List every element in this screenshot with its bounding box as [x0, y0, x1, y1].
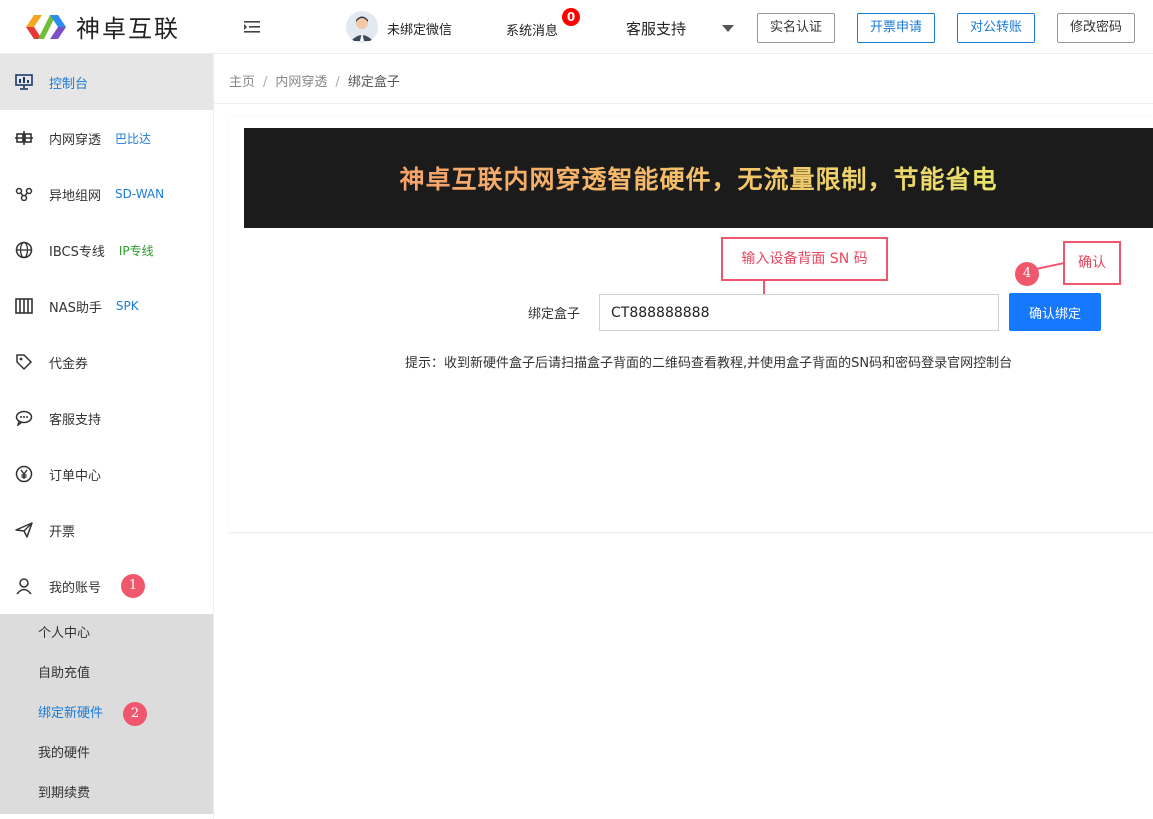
breadcrumb: 主页 / 内网穿透 / 绑定盒子: [229, 71, 400, 90]
submenu-item-bind-hardware[interactable]: 绑定新硬件 2: [0, 694, 213, 734]
network-icon: [14, 184, 34, 204]
sidebar-item-label: 客服支持: [49, 412, 102, 428]
sidebar-item-label: 代金券: [49, 356, 89, 372]
sidebar-item-label: NAS助手: [49, 300, 102, 316]
sidebar-item-label: 控制台: [49, 76, 89, 92]
bank-transfer-button[interactable]: 对公转账: [957, 13, 1035, 43]
annotation-sn-callout: 输入设备背面 SN 码: [721, 237, 888, 281]
dashboard-icon: [14, 72, 34, 92]
submenu-item-profile[interactable]: 个人中心: [0, 614, 213, 654]
annotation-confirm-callout: 确认: [1063, 241, 1121, 285]
user-icon: [14, 576, 34, 596]
sidebar-item-tag: IP专线: [118, 243, 154, 258]
tunnel-icon: [14, 128, 34, 148]
sidebar-item-account[interactable]: 我的账号 1: [0, 558, 213, 614]
bind-box-label: 绑定盒子: [528, 307, 581, 322]
chat-icon: [14, 408, 34, 428]
wechat-bind-status[interactable]: 未绑定微信: [387, 19, 452, 38]
invoice-apply-button[interactable]: 开票申请: [857, 13, 935, 43]
yen-icon: [14, 464, 34, 484]
breadcrumb-section[interactable]: 内网穿透: [275, 75, 327, 90]
system-message-link[interactable]: 系统消息: [506, 20, 558, 39]
logo[interactable]: 神卓互联: [0, 0, 214, 54]
divider: [214, 103, 1153, 104]
banner-text: 神卓互联内网穿透智能硬件，无流量限制，节能省电: [399, 160, 997, 196]
sidebar-item-dashboard[interactable]: 控制台: [0, 54, 213, 110]
chevron-down-icon[interactable]: [722, 25, 734, 32]
sidebar-item-label: 内网穿透: [49, 132, 102, 148]
sidebar-item-ibcs[interactable]: IBCS专线 IP专线: [0, 222, 213, 278]
menu-toggle-icon[interactable]: [244, 19, 260, 35]
breadcrumb-current: 绑定盒子: [347, 75, 400, 90]
promo-banner: 神卓互联内网穿透智能硬件，无流量限制，节能省电: [244, 128, 1153, 228]
step-marker-1: 1: [121, 574, 145, 598]
globe-icon: [14, 240, 34, 260]
nas-icon: [14, 296, 34, 316]
submenu-item-renew[interactable]: 到期续费: [0, 774, 213, 814]
tag-icon: [14, 352, 34, 372]
sidebar-item-tag: SD-WAN: [115, 187, 165, 201]
sidebar-item-sdwan[interactable]: 异地组网 SD-WAN: [0, 166, 213, 222]
sn-code-input[interactable]: [599, 294, 999, 331]
message-count-badge: 0: [562, 8, 580, 26]
sidebar-item-tunnel[interactable]: 内网穿透 巴比达: [0, 110, 213, 166]
submenu-item-label: 绑定新硬件: [38, 706, 104, 721]
brand-name: 神卓互联: [76, 15, 180, 43]
submenu-item-recharge[interactable]: 自助充值: [0, 654, 213, 694]
top-header: 未绑定微信 系统消息 0 客服支持 实名认证 开票申请 对公转账 修改密码: [214, 0, 1153, 54]
sidebar-item-tag: SPK: [115, 299, 139, 313]
account-submenu: 个人中心 自助充值 绑定新硬件 2 我的硬件 到期续费: [0, 614, 213, 814]
hint-text: 提示：收到新硬件盒子后请扫描盒子背面的二维码查看教程,并使用盒子背面的SN码和密…: [405, 356, 1013, 371]
logo-mark-icon: [26, 14, 66, 39]
breadcrumb-separator: /: [335, 75, 340, 90]
breadcrumb-home[interactable]: 主页: [229, 75, 255, 90]
confirm-bind-button[interactable]: 确认绑定: [1009, 293, 1101, 331]
sidebar-item-label: IBCS专线: [49, 244, 105, 260]
sidebar-item-label: 订单中心: [49, 468, 102, 484]
avatar[interactable]: [346, 11, 378, 43]
breadcrumb-separator: /: [263, 75, 268, 90]
sidebar: 控制台 内网穿透 巴比达 异地组网 SD-WAN IBCS专线 IP专线 NAS…: [0, 54, 214, 819]
send-icon: [14, 520, 34, 540]
sidebar-item-invoice[interactable]: 开票: [0, 502, 213, 558]
realname-auth-button[interactable]: 实名认证: [757, 13, 835, 43]
sidebar-item-label: 异地组网: [49, 188, 102, 204]
sidebar-item-support[interactable]: 客服支持: [0, 390, 213, 446]
support-menu[interactable]: 客服支持: [626, 18, 686, 39]
sidebar-item-coupon[interactable]: 代金券: [0, 334, 213, 390]
sidebar-item-label: 我的账号: [49, 580, 102, 596]
change-password-button[interactable]: 修改密码: [1057, 13, 1135, 43]
submenu-item-my-hardware[interactable]: 我的硬件: [0, 734, 213, 774]
step-marker-2: 2: [123, 702, 147, 726]
sidebar-item-orders[interactable]: 订单中心: [0, 446, 213, 502]
step-marker-4: 4: [1015, 262, 1039, 286]
sidebar-item-tag: 巴比达: [115, 131, 152, 146]
sidebar-item-nas[interactable]: NAS助手 SPK: [0, 278, 213, 334]
sidebar-item-label: 开票: [49, 524, 76, 540]
